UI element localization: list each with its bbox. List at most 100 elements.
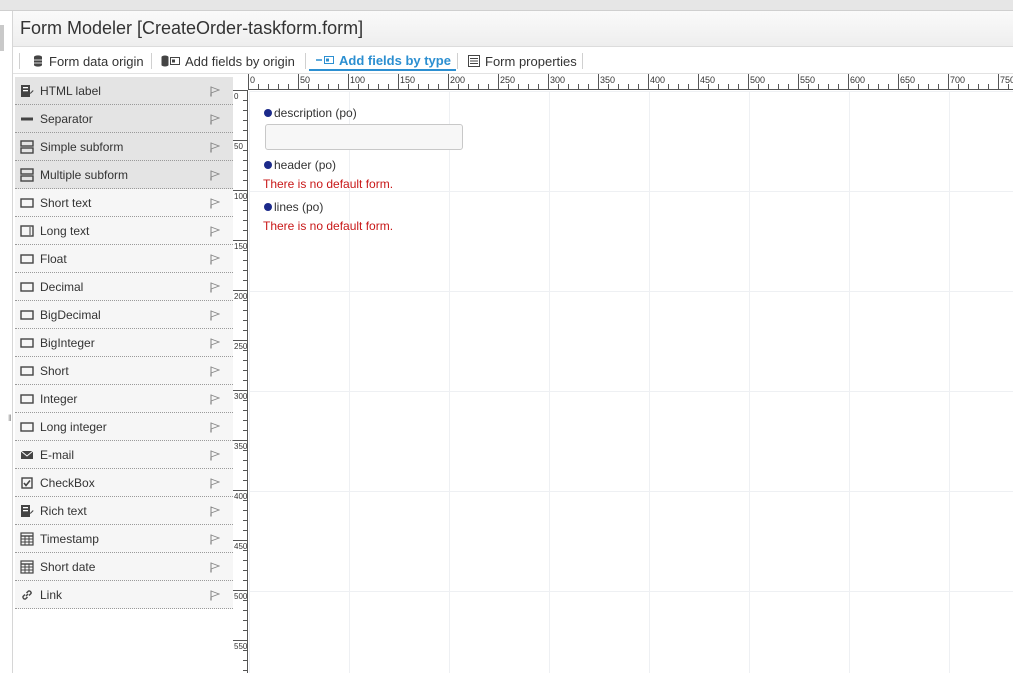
palette-item-integer[interactable]: Integer <box>15 385 233 413</box>
email-icon <box>19 448 35 462</box>
field-description-text: description (po) <box>274 106 357 120</box>
palette-item-label: BigDecimal <box>40 307 101 322</box>
field-bullet-icon <box>264 161 272 169</box>
ruler-tick-label: 50 <box>234 142 243 151</box>
modeler-header: Form Modeler [CreateOrder-taskform.form] <box>13 11 1013 47</box>
add-flag-icon[interactable] <box>210 562 221 573</box>
page-title: Form Modeler [CreateOrder-taskform.form] <box>20 18 364 38</box>
palette-item-bigdecimal[interactable]: BigDecimal <box>15 301 233 329</box>
add-fields-by-origin-button[interactable]: Add fields by origin <box>155 51 301 71</box>
add-fields-by-type-button[interactable]: Add fields by type <box>309 51 456 71</box>
palette-item-long-integer[interactable]: Long integer <box>15 413 233 441</box>
rich-text-icon <box>19 504 35 518</box>
toolbar-separator <box>457 53 458 69</box>
ruler-tick-label: 250 <box>234 342 248 351</box>
add-flag-icon[interactable] <box>210 254 221 265</box>
window-top-strip <box>0 0 1013 11</box>
palette-item-label: Link <box>40 587 63 602</box>
field-bullet-icon <box>264 109 272 117</box>
description-input[interactable] <box>265 124 463 150</box>
form-canvas[interactable]: description (po) header (po) There is no… <box>249 91 1013 673</box>
palette-item-link[interactable]: Link <box>15 581 233 609</box>
palette-item-separator[interactable]: Separator <box>15 105 233 133</box>
add-flag-icon[interactable] <box>210 198 221 209</box>
palette-item-decimal[interactable]: Decimal <box>15 273 233 301</box>
palette-item-rich-text[interactable]: Rich text <box>15 497 233 525</box>
palette-item-html-label[interactable]: HTML label <box>15 77 233 105</box>
palette-item-label: Long integer <box>40 419 107 434</box>
toolbar-separator <box>151 53 152 69</box>
splitter-grip-icon[interactable]: ‖ <box>8 414 12 423</box>
field-description-label[interactable]: description (po) <box>264 106 357 120</box>
palette-item-checkbox[interactable]: CheckBox <box>15 469 233 497</box>
separator-icon <box>19 112 35 126</box>
add-flag-icon[interactable] <box>210 226 221 237</box>
palette-item-short[interactable]: Short <box>15 357 233 385</box>
palette-item-label: Rich text <box>40 503 87 518</box>
palette-item-simple-subform[interactable]: Simple subform <box>15 133 233 161</box>
add-flag-icon[interactable] <box>210 394 221 405</box>
ruler-tick-label: 700 <box>950 75 965 85</box>
toolbar-separator <box>305 53 306 69</box>
ruler-tick-label: 400 <box>234 492 248 501</box>
database-icon <box>31 55 45 67</box>
palette-item-long-text[interactable]: Long text <box>15 217 233 245</box>
palette-item-label: Float <box>40 251 67 266</box>
form-properties-button[interactable]: Form properties <box>461 51 583 71</box>
palette-item-float[interactable]: Float <box>15 245 233 273</box>
add-flag-icon[interactable] <box>210 422 221 433</box>
add-flag-icon[interactable] <box>210 450 221 461</box>
add-fields-by-type-label: Add fields by type <box>339 52 451 68</box>
subform-icon <box>19 139 35 154</box>
ruler-tick-label: 750 <box>1000 75 1013 85</box>
add-flag-icon[interactable] <box>210 338 221 349</box>
add-flag-icon[interactable] <box>210 310 221 321</box>
add-flag-icon[interactable] <box>210 590 221 601</box>
toolbar-separator <box>582 53 583 69</box>
toolbar-separator <box>19 53 20 69</box>
add-flag-icon[interactable] <box>210 534 221 545</box>
add-fields-by-origin-label: Add fields by origin <box>185 53 295 69</box>
left-panel-tab[interactable] <box>0 25 4 51</box>
modeler-toolbar: Form data origin Add fields by origin Ad… <box>13 47 1013 74</box>
ruler-tick-label: 350 <box>600 75 615 85</box>
ruler-tick-label: 500 <box>234 592 248 601</box>
ruler-tick-label: 100 <box>234 192 248 201</box>
fields-origin-icon <box>161 55 181 67</box>
field-lines-label[interactable]: lines (po) <box>264 200 323 214</box>
calendar-icon <box>19 559 35 574</box>
palette-item-e-mail[interactable]: E-mail <box>15 441 233 469</box>
textbox-icon <box>19 196 35 210</box>
ruler-tick-label: 250 <box>500 75 515 85</box>
ruler-tick-label: 600 <box>850 75 865 85</box>
ruler-tick-label: 100 <box>350 75 365 85</box>
palette-item-timestamp[interactable]: Timestamp <box>15 525 233 553</box>
ruler-horizontal: 0 50 100 150 200 250 300 350 400 450 500 550 600 650 7… <box>248 74 1013 90</box>
form-data-origin-label: Form data origin <box>49 53 144 69</box>
palette-item-short-date[interactable]: Short date <box>15 553 233 581</box>
header-no-default-form-message: There is no default form. <box>263 177 394 191</box>
textbox-icon <box>19 280 35 294</box>
palette-item-multiple-subform[interactable]: Multiple subform <box>15 161 233 189</box>
add-flag-icon[interactable] <box>210 282 221 293</box>
ruler-tick-label: 500 <box>750 75 765 85</box>
add-flag-icon[interactable] <box>210 478 221 489</box>
textbox-icon <box>19 336 35 350</box>
palette-item-biginteger[interactable]: BigInteger <box>15 329 233 357</box>
palette-item-short-text[interactable]: Short text <box>15 189 233 217</box>
add-flag-icon[interactable] <box>210 142 221 153</box>
add-flag-icon[interactable] <box>210 114 221 125</box>
add-flag-icon[interactable] <box>210 366 221 377</box>
palette-item-label: Timestamp <box>40 531 99 546</box>
add-flag-icon[interactable] <box>210 506 221 517</box>
add-flag-icon[interactable] <box>210 170 221 181</box>
form-data-origin-button[interactable]: Form data origin <box>25 51 150 71</box>
field-header-label[interactable]: header (po) <box>264 158 336 172</box>
palette-item-label: E-mail <box>40 447 75 462</box>
ruler-vertical: 0 50 100 150 200 250 300 350 400 450 500 550 <box>233 90 248 673</box>
textbox-icon <box>19 392 35 406</box>
properties-icon <box>467 55 481 67</box>
add-flag-icon[interactable] <box>210 86 221 97</box>
ruler-tick-label: 0 <box>250 75 255 85</box>
ruler-tick-label: 200 <box>234 292 248 301</box>
